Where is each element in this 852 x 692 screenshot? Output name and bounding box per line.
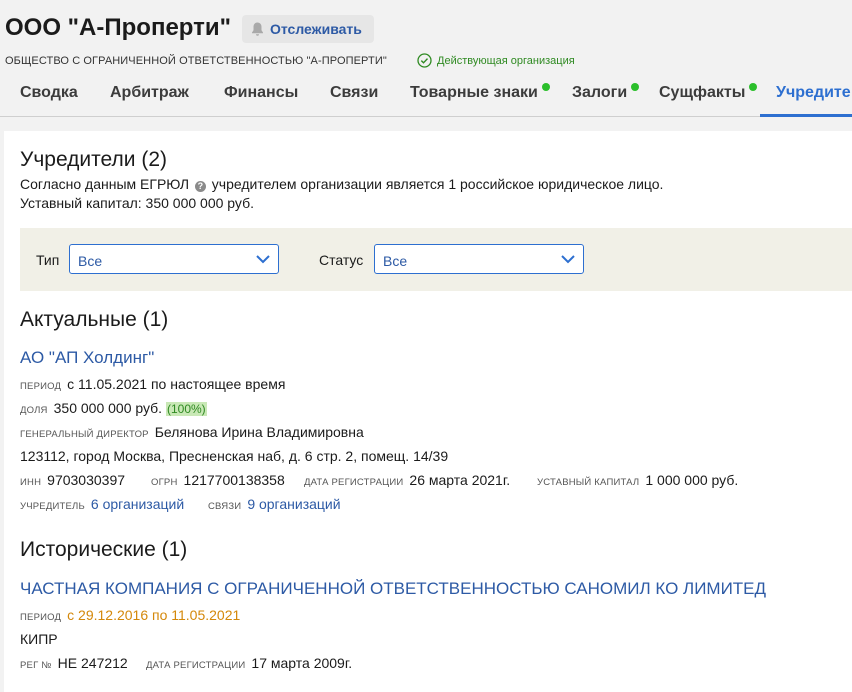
reg-number-value: НЕ 247212 — [57, 655, 128, 671]
tab-trademarks[interactable]: Товарные знаки — [410, 83, 550, 102]
tab-finance[interactable]: Финансы — [224, 84, 298, 102]
type-filter-select[interactable]: Все — [69, 244, 279, 274]
tab-label: Сводка — [20, 84, 78, 101]
type-filter-label: Тип — [36, 252, 60, 268]
help-icon[interactable]: ? — [194, 181, 206, 192]
connections-label: СВЯЗИ — [208, 501, 242, 512]
historical-country: КИПР — [20, 631, 58, 647]
share-label: ДОЛЯ — [20, 405, 48, 416]
founder-of-field: УЧРЕДИТЕЛЬ 6 организаций — [20, 496, 184, 512]
founder-name-link[interactable]: АО "АП Холдинг" — [20, 348, 154, 368]
director-row: ГЕНЕРАЛЬНЫЙ ДИРЕКТОР Белянова Ирина Влади… — [20, 424, 364, 440]
company-full-name: ОБЩЕСТВО С ОГРАНИЧЕННОЙ ОТВЕТСТВЕННОСТЬЮ… — [5, 55, 387, 67]
tab-label: Связи — [330, 84, 379, 101]
period-row: ПЕРИОД с 11.05.2021 по настоящее время — [20, 376, 285, 392]
tab-label: Сущфакты — [659, 84, 746, 101]
period-label: ПЕРИОД — [20, 381, 62, 392]
tab-label: Арбитраж — [110, 84, 189, 101]
registration-date-label: ДАТА РЕГИСТРАЦИИ — [304, 477, 404, 488]
status-filter-value: Все — [383, 253, 408, 269]
description-text: Согласно данным ЕГРЮЛ — [20, 176, 190, 192]
ogrn-value: 1217700138358 — [183, 472, 285, 488]
tab-label: Финансы — [224, 84, 299, 101]
historical-founders-title: Исторические (1) — [20, 538, 188, 561]
inn-value: 9703030397 — [47, 472, 126, 488]
ogrn-field: ОГРН 1217700138358 — [151, 472, 285, 488]
authorized-capital: Уставный капитал: 350 000 000 руб. — [20, 195, 254, 211]
capital-field: УСТАВНЫЙ КАПИТАЛ 1 000 000 руб. — [537, 472, 738, 488]
tab-bar: Сводка Арбитраж Финансы Связи Товарные з… — [0, 76, 852, 117]
new-indicator-dot — [631, 83, 640, 91]
follow-button[interactable]: Отслеживать — [242, 15, 374, 43]
reg-number-label: РЕГ № — [20, 660, 52, 671]
tab-founders[interactable]: Учредите — [776, 84, 851, 102]
historical-founder-name-link[interactable]: ЧАСТНАЯ КОМПАНИЯ С ОГРАНИЧЕННОЙ ОТВЕТСТВ… — [20, 579, 766, 599]
connections-link[interactable]: 9 организаций — [247, 496, 340, 512]
director-value: Белянова Ирина Владимировна — [154, 424, 364, 440]
current-founders-title: Актуальные (1) — [20, 308, 169, 331]
registration-date-label: ДАТА РЕГИСТРАЦИИ — [146, 660, 246, 671]
founders-title: Учредители (2) — [20, 148, 168, 171]
director-label: ГЕНЕРАЛЬНЫЙ ДИРЕКТОР — [20, 429, 149, 440]
historical-period-row: ПЕРИОД с 29.12.2016 по 11.05.2021 — [20, 607, 240, 623]
new-indicator-dot — [541, 83, 550, 91]
registration-date-field: ДАТА РЕГИСТРАЦИИ 26 марта 2021г. — [304, 472, 510, 488]
status-text: Действующая организация — [437, 54, 575, 67]
period-value: с 11.05.2021 по настоящее время — [67, 376, 286, 392]
inn-label: ИНН — [20, 477, 42, 488]
company-title: ООО "А-Проперти" — [5, 14, 232, 41]
tab-summary[interactable]: Сводка — [20, 84, 78, 102]
type-filter-value: Все — [78, 253, 103, 269]
new-indicator-dot — [749, 83, 758, 91]
founder-of-link[interactable]: 6 организаций — [91, 496, 184, 512]
historical-registration-date-field: ДАТА РЕГИСТРАЦИИ 17 марта 2009г. — [146, 655, 352, 671]
capital-label: УСТАВНЫЙ КАПИТАЛ — [537, 477, 640, 488]
status-badge: Действующая организация — [417, 53, 575, 68]
tab-connections[interactable]: Связи — [330, 84, 378, 102]
bell-icon — [251, 22, 264, 37]
share-percent-badge: (100%) — [165, 402, 207, 416]
share-row: ДОЛЯ 350 000 000 руб. (100%) — [20, 400, 207, 416]
capital-value: 1 000 000 руб. — [645, 472, 739, 488]
follow-label: Отслеживать — [270, 21, 362, 37]
tab-label: Товарные знаки — [410, 84, 538, 101]
ogrn-label: ОГРН — [151, 477, 178, 488]
active-tab-underline — [760, 114, 852, 117]
filter-bar: Тип Все Статус Все — [20, 228, 852, 291]
tab-pledges[interactable]: Залоги — [572, 83, 640, 102]
address: 123112, город Москва, Пресненская наб, д… — [20, 448, 449, 464]
status-filter-select[interactable]: Все — [374, 244, 584, 274]
period-label: ПЕРИОД — [20, 612, 62, 623]
inn-field: ИНН 9703030397 — [20, 472, 125, 488]
description-text: учредителем организации является 1 росси… — [211, 176, 664, 192]
historical-registration-date-value: 17 марта 2009г. — [251, 655, 353, 671]
founder-of-label: УЧРЕДИТЕЛЬ — [20, 501, 85, 512]
tab-label: Учредите — [776, 84, 851, 101]
tab-label: Залоги — [572, 84, 628, 101]
company-header: ООО "А-Проперти" Отслеживать ОБЩЕСТВО С … — [0, 0, 852, 118]
tab-material-facts[interactable]: Сущфакты — [659, 83, 758, 102]
share-value: 350 000 000 руб. — [53, 400, 163, 416]
status-filter-label: Статус — [319, 252, 364, 268]
check-circle-icon — [417, 53, 432, 68]
reg-number-field: РЕГ № НЕ 247212 — [20, 655, 128, 671]
registration-date-value: 26 марта 2021г. — [409, 472, 511, 488]
founders-description: Согласно данным ЕГРЮЛ ? учредителем орга… — [20, 176, 663, 192]
tab-arbitration[interactable]: Арбитраж — [110, 84, 189, 102]
connections-field: СВЯЗИ 9 организаций — [208, 496, 341, 512]
historical-period-value: с 29.12.2016 по 11.05.2021 — [67, 607, 241, 623]
